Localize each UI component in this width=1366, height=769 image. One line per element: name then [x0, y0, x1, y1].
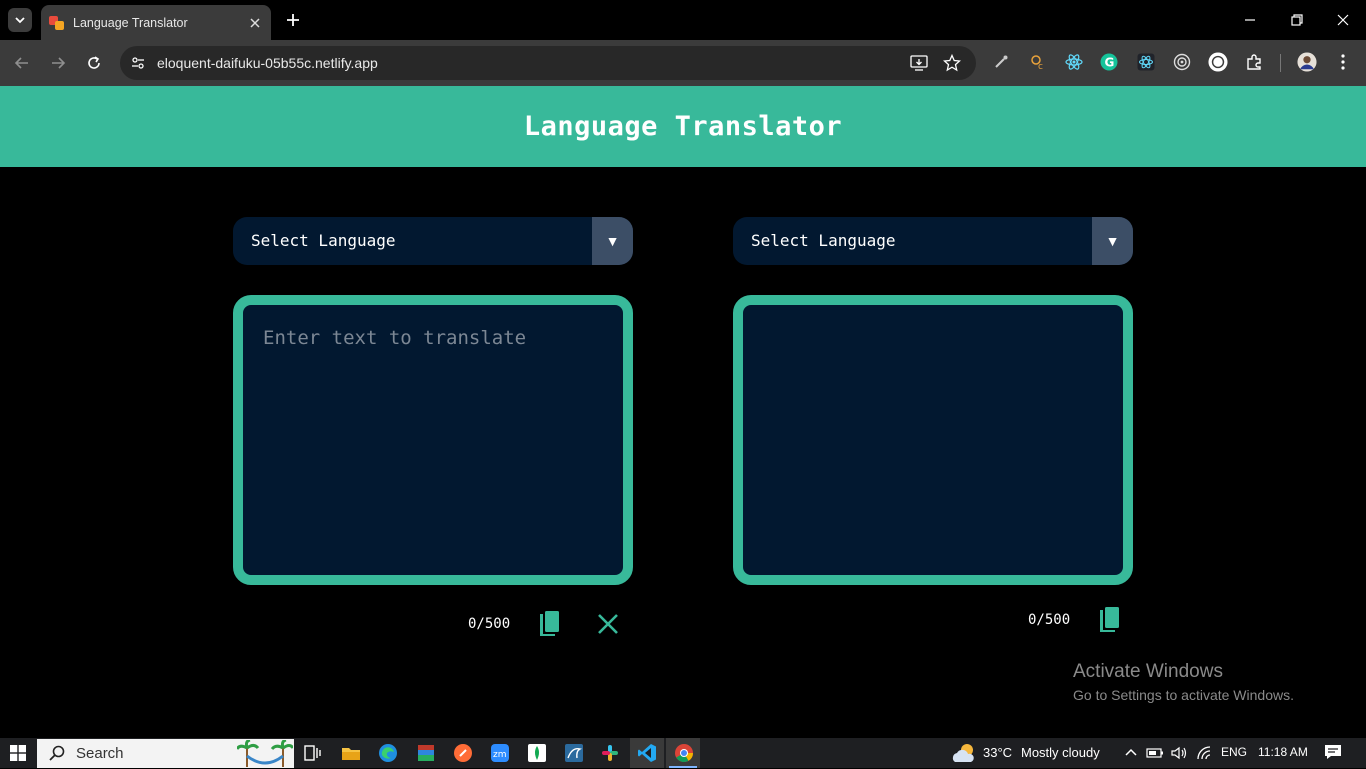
mysql-workbench-icon[interactable]	[564, 743, 584, 763]
target-char-count: 0/500	[1028, 612, 1071, 628]
restore-button[interactable]	[1287, 10, 1307, 30]
search-icon	[49, 745, 65, 761]
react-extension-icon[interactable]	[1136, 52, 1156, 72]
target-select-label: Select Language	[751, 231, 896, 250]
windows-logo-icon	[10, 745, 26, 761]
speaker-volume-icon[interactable]	[1170, 743, 1190, 763]
task-view-icon[interactable]	[302, 743, 322, 763]
weather-temperature[interactable]: 33°C	[983, 745, 1012, 760]
minimize-button[interactable]	[1240, 10, 1260, 30]
app-header: Language Translator	[0, 86, 1366, 167]
target-language-select[interactable]: Select Language ▼	[733, 217, 1133, 265]
close-icon	[1337, 14, 1349, 26]
caret-down-icon: ▼	[1105, 233, 1120, 249]
taskbar-search-box[interactable]: Search	[37, 739, 294, 768]
bookmark-star-icon[interactable]	[942, 53, 962, 73]
edge-browser-icon[interactable]	[378, 743, 398, 763]
file-explorer-icon[interactable]	[341, 743, 361, 763]
install-app-icon[interactable]	[909, 53, 929, 73]
plus-icon	[287, 14, 299, 26]
copy-icon	[1100, 607, 1119, 632]
source-select-label: Select Language	[251, 231, 396, 250]
arrow-right-icon	[52, 57, 66, 69]
mongodb-compass-icon[interactable]	[527, 743, 547, 763]
source-copy-button[interactable]	[536, 610, 562, 638]
menu-kebab-icon[interactable]	[1333, 52, 1353, 72]
svg-text:c: c	[1038, 62, 1043, 71]
target-copy-button[interactable]	[1096, 606, 1122, 634]
target-extension-icon[interactable]	[1172, 52, 1192, 72]
show-hidden-icons-chevron-up-icon[interactable]	[1124, 743, 1144, 763]
browser-tab[interactable]: Language Translator	[41, 5, 271, 40]
grammarly-icon[interactable]: G	[1099, 52, 1119, 72]
windows-taskbar: Search zm 33°C Mostly cloudy ENG 11:18 A…	[0, 738, 1366, 768]
browser-tab-bar: Language Translator	[0, 0, 1366, 40]
weather-description[interactable]: Mostly cloudy	[1021, 745, 1100, 760]
page-viewport: Language Translator Select Language ▼ Se…	[0, 86, 1366, 738]
new-tab-button[interactable]	[283, 10, 303, 30]
coding-extension-icon[interactable]: c	[1028, 52, 1048, 72]
site-info-icon[interactable]	[128, 53, 148, 73]
extensions-puzzle-icon[interactable]	[1244, 52, 1264, 72]
restore-icon	[1291, 14, 1303, 26]
svg-text:G: G	[1105, 56, 1115, 70]
circle-extension-icon[interactable]	[1208, 52, 1228, 72]
translated-text-output[interactable]	[743, 305, 1123, 575]
url-text: eloquent-daifuku-05b55c.netlify.app	[157, 55, 378, 71]
chevron-down-icon	[15, 17, 25, 24]
weather-cloud-icon[interactable]	[951, 742, 977, 762]
copy-icon	[540, 611, 559, 636]
tab-close-button[interactable]	[247, 15, 263, 31]
minimize-icon	[1245, 19, 1255, 21]
vscode-icon[interactable]	[637, 743, 657, 763]
beach-hammock-icon	[237, 740, 293, 767]
battery-icon[interactable]	[1146, 743, 1166, 763]
reload-icon	[88, 56, 100, 69]
clock-time[interactable]: 11:18 AM	[1258, 745, 1308, 759]
browser-toolbar: eloquent-daifuku-05b55c.netlify.app	[0, 40, 1366, 86]
start-button[interactable]	[10, 745, 26, 761]
clear-text-button[interactable]	[597, 613, 619, 635]
window-close-button[interactable]	[1333, 10, 1353, 30]
eyedropper-extension-icon[interactable]	[991, 52, 1011, 72]
back-button[interactable]	[11, 52, 33, 74]
zoom-app-icon[interactable]: zm	[490, 743, 510, 763]
svg-text:zm: zm	[493, 750, 507, 760]
close-icon	[598, 614, 618, 634]
forward-button[interactable]	[47, 52, 69, 74]
watermark-line-2: Go to Settings to activate Windows.	[1073, 687, 1294, 703]
target-text-panel	[733, 295, 1133, 585]
watermark-line-1: Activate Windows	[1073, 661, 1223, 682]
caret-down-icon: ▼	[605, 233, 620, 249]
source-text-panel	[233, 295, 633, 585]
arrow-left-icon	[14, 57, 28, 69]
notifications-icon[interactable]	[1324, 743, 1344, 763]
source-dropdown-arrow[interactable]: ▼	[592, 217, 633, 265]
translate-favicon-icon	[49, 15, 65, 31]
activate-windows-watermark: Activate Windows Go to Settings to activ…	[1073, 661, 1294, 703]
address-bar[interactable]: eloquent-daifuku-05b55c.netlify.app	[120, 46, 976, 80]
page-title: Language Translator	[523, 111, 843, 142]
chrome-icon[interactable]	[674, 743, 694, 763]
toolbar-divider	[1280, 54, 1281, 72]
source-char-count: 0/500	[468, 616, 511, 632]
input-language[interactable]: ENG	[1221, 745, 1247, 759]
reload-button[interactable]	[83, 52, 105, 74]
profile-avatar[interactable]	[1297, 52, 1317, 72]
source-language-select[interactable]: Select Language ▼	[233, 217, 633, 265]
tab-title: Language Translator	[73, 15, 188, 30]
taskbar-search-label: Search	[76, 745, 124, 762]
winrar-icon[interactable]	[416, 743, 436, 763]
target-dropdown-arrow[interactable]: ▼	[1092, 217, 1133, 265]
slack-icon[interactable]	[600, 743, 620, 763]
source-text-input[interactable]	[243, 305, 623, 575]
tab-search-button[interactable]	[8, 8, 32, 32]
close-icon	[250, 17, 260, 28]
postman-icon[interactable]	[453, 743, 473, 763]
react-devtools-icon[interactable]	[1064, 52, 1084, 72]
wifi-icon[interactable]	[1196, 743, 1216, 763]
